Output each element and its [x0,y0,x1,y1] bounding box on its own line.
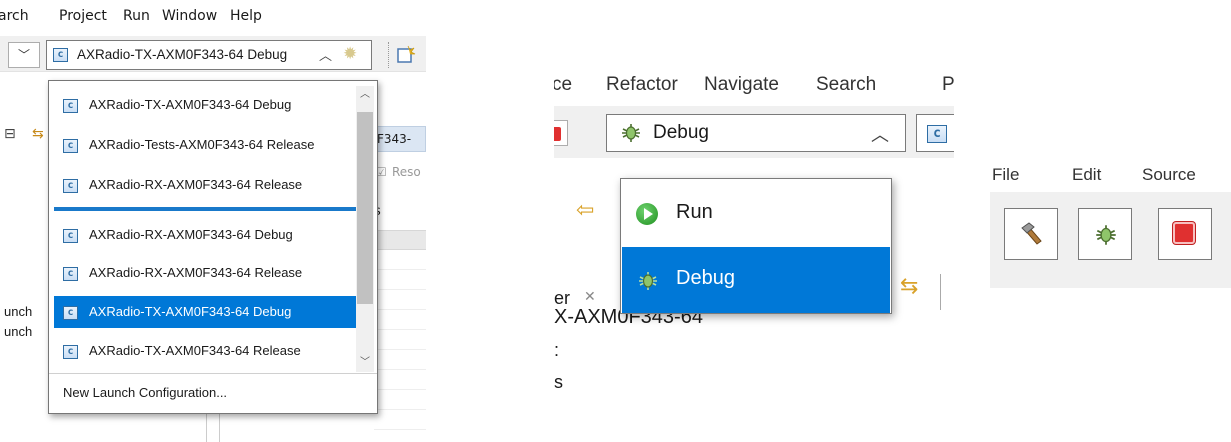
menu-bar: ce Refactor Navigate Search P [554,66,954,106]
run-icon [636,203,658,225]
c-project-icon: c [63,229,78,243]
launch-config-item-label: AXRadio-RX-AXM0F343-64 Release [89,265,303,280]
launch-config-item-label: AXRadio-RX-AXM0F343-64 Release [89,177,303,192]
launch-mode-dropdown-button[interactable]: ﹀ [8,42,40,68]
launch-config-item[interactable]: c AXRadio-RX-AXM0F343-64 Release [54,257,356,289]
new-file-icon[interactable] [396,44,418,64]
background-divider [206,412,220,442]
terminate-button[interactable] [554,120,568,146]
background-tab: F343-64 [374,126,426,152]
menu-project[interactable]: Project [59,8,107,24]
new-launch-config-item[interactable]: New Launch Configuration... [49,373,377,413]
launch-config-item[interactable]: c AXRadio-RX-AXM0F343-64 Release [54,169,356,201]
scroll-down-icon[interactable]: ﹀ [356,354,374,372]
bug-icon [1096,225,1116,245]
c-project-icon: c [63,99,78,113]
c-project-icon: c [63,179,78,193]
background-row-header [374,230,426,250]
background-rows [374,250,426,442]
build-button[interactable] [1004,208,1058,260]
link-editor-icon: ⇆ [32,126,44,142]
bug-icon [639,272,657,290]
toolbar-buttons-screenshot: File Edit Source [990,156,1231,288]
launch-config-item-label: AXRadio-Tests-AXM0F343-64 Release [89,137,315,152]
launch-mode-item-label: Run [676,201,713,223]
launch-config-item-label: AXRadio-RX-AXM0F343-64 Debug [89,227,293,242]
menu-search[interactable]: arch [0,8,29,24]
launch-config-screenshot: arch Project Run Window Help ﹀ c AXRadio… [0,0,426,442]
bg-text-launch-1: unch [4,304,33,319]
launch-config-label: AXRadio-TX-AXM0F343-64 Debug [77,47,288,62]
bg-text-launch-2: unch [4,324,33,339]
chevron-up-icon[interactable]: ︿ [871,121,889,147]
c-project-icon: c [53,48,68,62]
scroll-thumb[interactable] [357,112,373,304]
chevron-up-icon[interactable]: ︿ [319,45,332,64]
launch-mode-item-debug[interactable]: Debug [622,247,890,313]
launch-config-item-label: AXRadio-TX-AXM0F343-64 Debug [89,97,292,112]
c-project-icon: c [63,139,78,153]
c-project-icon: c [63,345,78,359]
menu-file[interactable]: File [992,165,1019,185]
launch-mode-label: Debug [653,122,709,143]
stop-button[interactable] [1158,208,1212,260]
launch-config-item[interactable]: c AXRadio-TX-AXM0F343-64 Debug [54,89,356,121]
menu-search[interactable]: Search [816,74,876,96]
close-icon[interactable]: ✕ [584,288,596,305]
launch-config-item[interactable]: c AXRadio-Tests-AXM0F343-64 Release [54,129,356,161]
debug-button[interactable] [1078,208,1132,260]
menu-window[interactable]: Window [162,8,217,24]
dropdown-scrollbar[interactable]: ︿ ﹀ [356,86,374,372]
launch-config-dropdown: c AXRadio-TX-AXM0F343-64 Debug c AXRadio… [48,80,378,414]
launch-config-item-label: AXRadio-TX-AXM0F343-64 Release [89,343,301,358]
launch-config-item-label: AXRadio-TX-AXM0F343-64 Debug [89,304,292,319]
launch-config-item[interactable]: c AXRadio-RX-AXM0F343-64 Debug [54,219,356,251]
stop-icon [554,127,561,141]
c-project-icon: c [63,267,78,281]
launch-config-combo[interactable]: c [916,114,954,152]
launch-mode-dropdown: Run Debug [620,178,892,314]
menu-bar: arch Project Run Window Help [0,0,426,36]
menu-refactor[interactable]: Refactor [606,74,678,96]
gear-icon[interactable]: ✹ [343,44,357,64]
menu-navigate[interactable]: Navigate [704,74,779,96]
stop-icon [1173,222,1195,244]
recent-separator [54,207,356,211]
launch-mode-combo[interactable]: Debug ︿ [606,114,906,152]
new-launch-config-label: New Launch Configuration... [63,385,228,400]
menu-source[interactable]: Source [1142,165,1196,185]
chevron-down-icon: ﹀ [17,48,30,62]
hammer-icon [1021,222,1042,245]
link-editor-icon: ⇆ [900,274,919,299]
back-arrow-icon: ⇦ [576,198,595,223]
collapse-icon: ⊟ [4,126,16,142]
menu-bar: File Edit Source [990,156,1231,192]
menu-source[interactable]: ce [554,74,572,96]
launch-mode-item-run[interactable]: Run [622,181,890,247]
launch-config-combo[interactable]: c AXRadio-TX-AXM0F343-64 Debug ︿ ✹ [46,40,372,70]
menu-project[interactable]: P [942,74,954,96]
bug-icon [622,124,640,142]
menu-edit[interactable]: Edit [1072,165,1101,185]
launch-config-item-selected[interactable]: c AXRadio-TX-AXM0F343-64 Debug [54,296,356,328]
launch-config-item[interactable]: c AXRadio-TX-AXM0F343-64 Release [54,335,356,367]
launch-mode-item-label: Debug [676,267,735,289]
c-project-icon: c [63,306,78,320]
scroll-up-icon[interactable]: ︿ [356,86,374,104]
launch-mode-screenshot: ce Refactor Navigate Search P Debug ︿ c … [554,66,954,396]
c-project-icon: c [927,125,947,143]
menu-run[interactable]: Run [123,8,150,24]
background-button: ☑ Reso [374,160,426,188]
bg-line-2: : [554,340,560,360]
toolbar: Debug ︿ c [554,106,954,158]
background-button-label: Reso [392,165,421,179]
bg-line-3: s [554,372,563,392]
toolbar-separator [388,42,389,68]
toolbar-separator [940,274,941,310]
menu-help[interactable]: Help [230,8,262,24]
